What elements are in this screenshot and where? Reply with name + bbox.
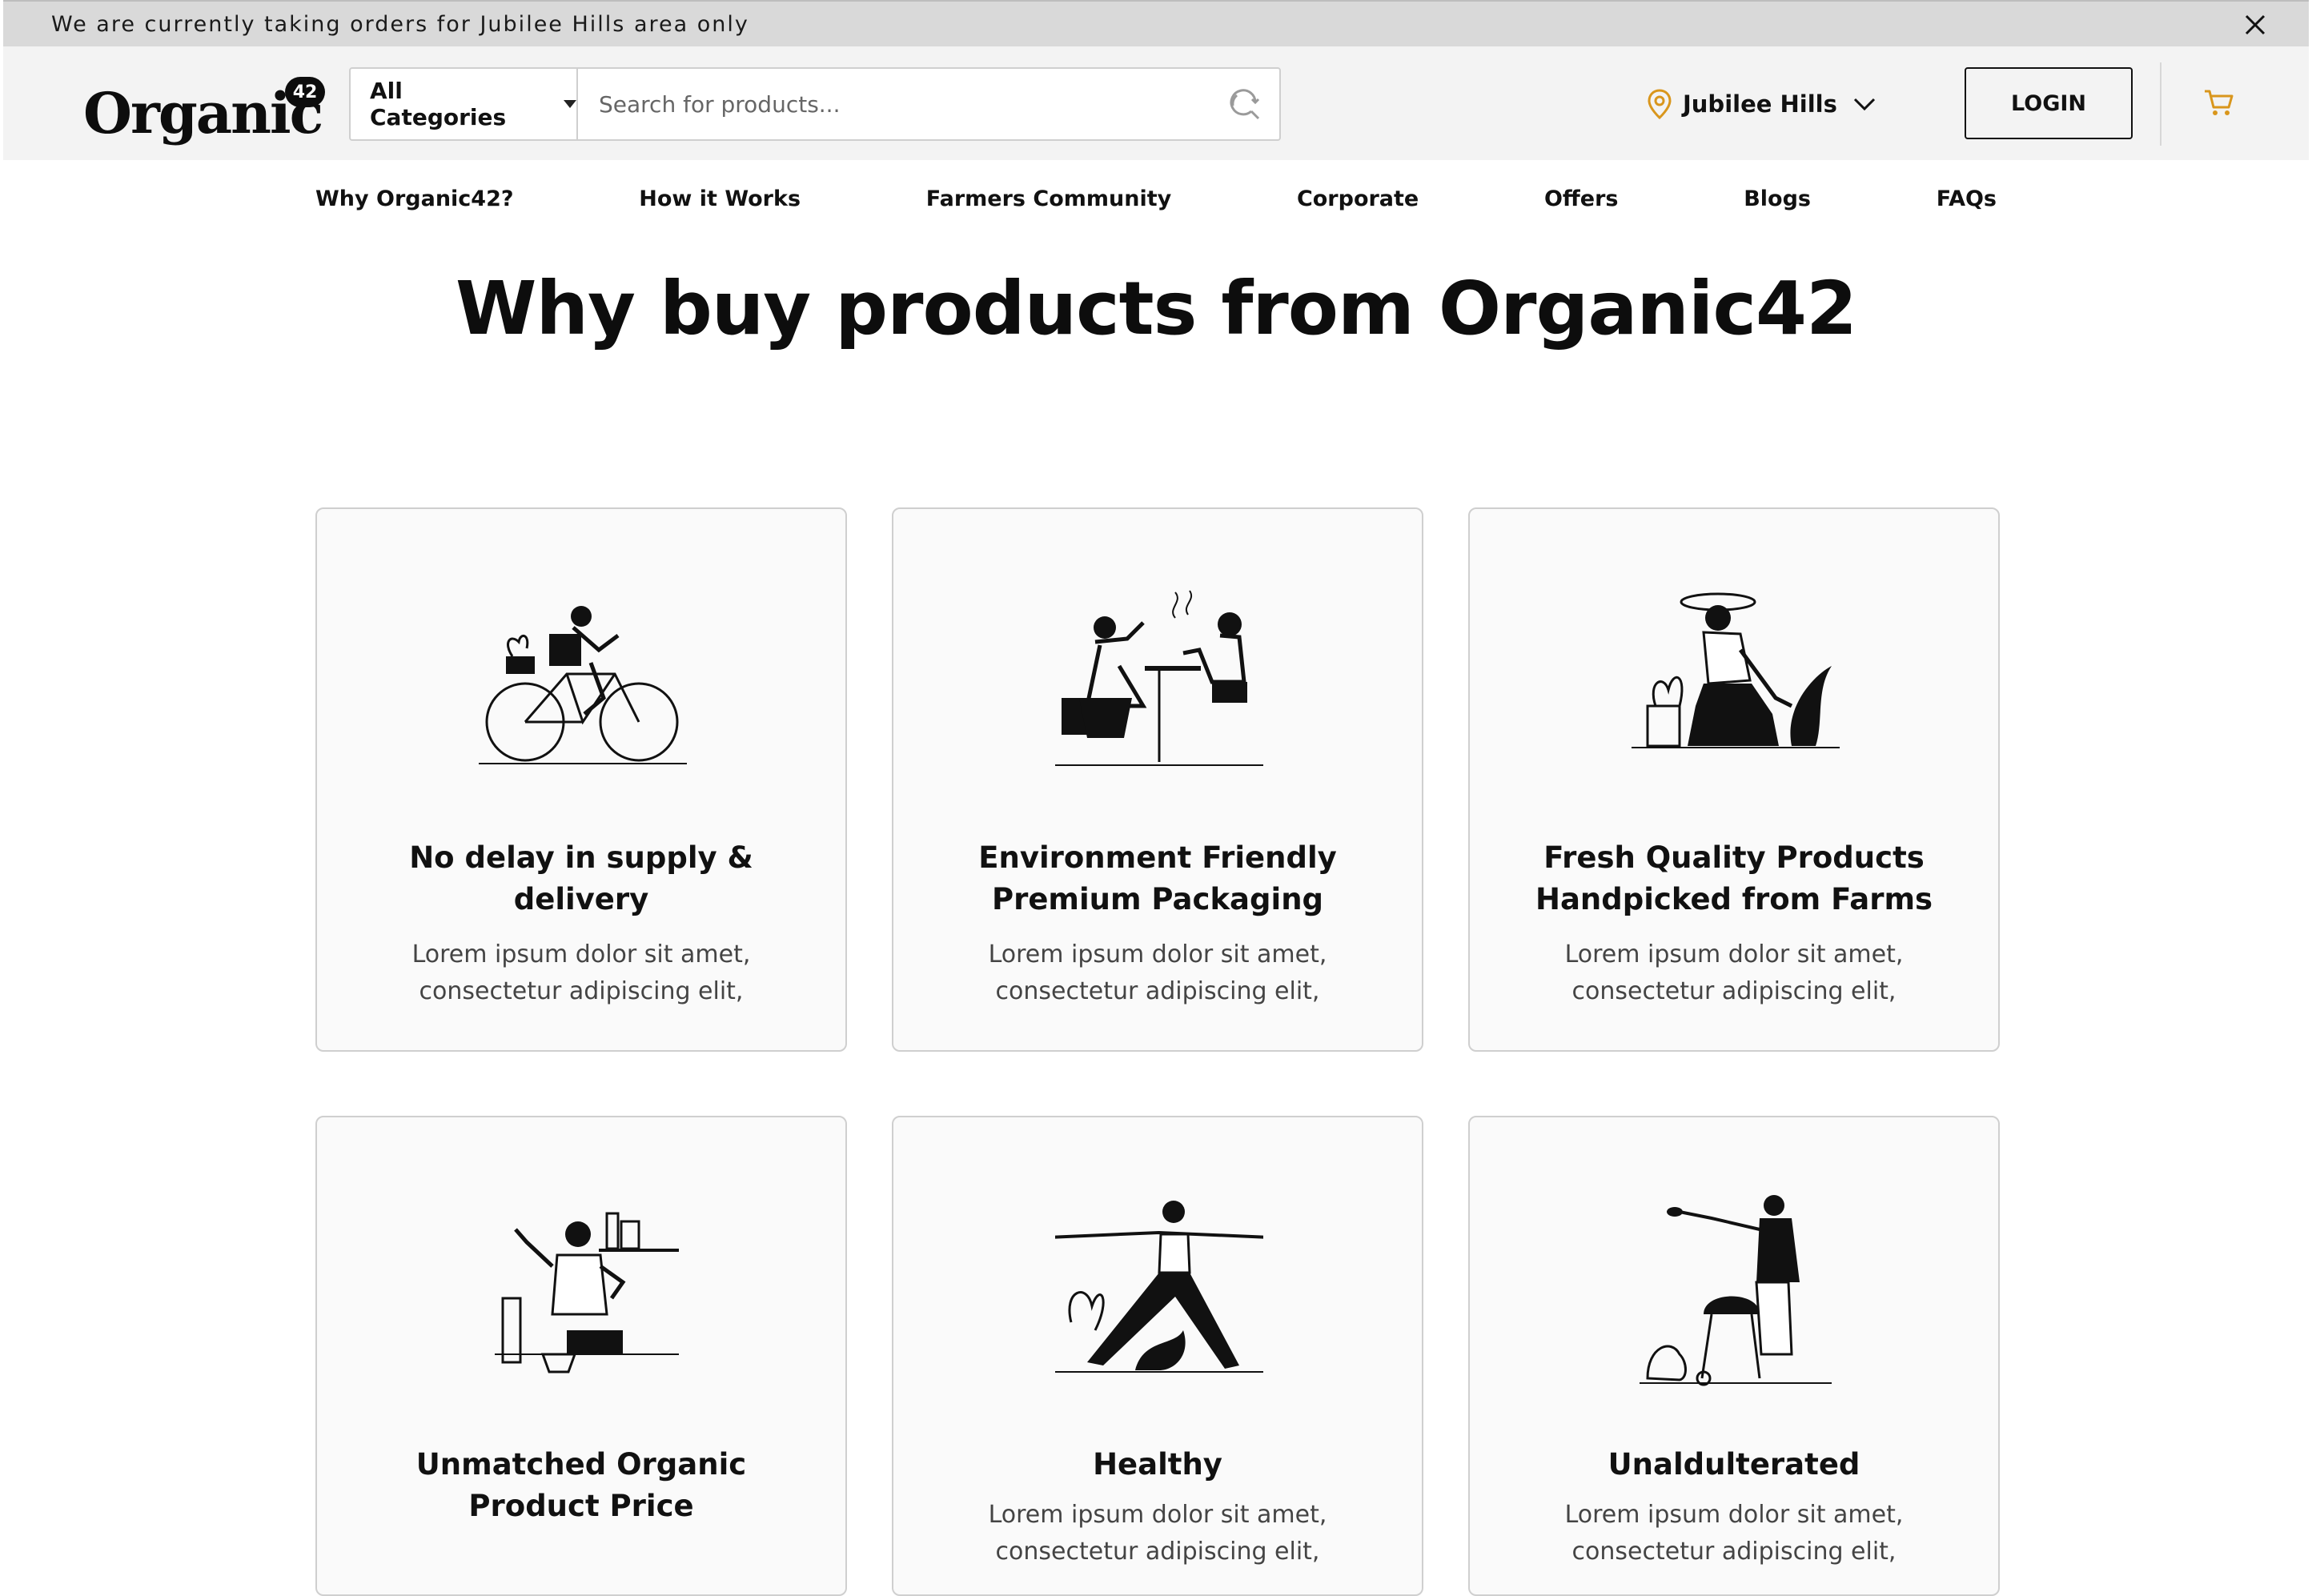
card-description: Lorem ipsum dolor sit amet, consectetur …: [1564, 1501, 1904, 1566]
cart-icon[interactable]: [2203, 86, 2235, 118]
section-heading: Why buy products from Organic42: [455, 266, 1857, 351]
nav-why-organic42[interactable]: Why Organic42?: [315, 186, 514, 211]
header-divider: [2160, 62, 2161, 146]
card-title: Unmatched Organic Product Price: [415, 1447, 747, 1523]
card-description: Lorem ipsum dolor sit amet, consectetur …: [411, 940, 751, 1005]
feature-card: Healthy Lorem ipsum dolor sit amet, cons…: [892, 1116, 1423, 1596]
feature-card: Fresh Quality Products Handpicked from F…: [1468, 507, 2000, 1052]
location-label: Jubilee Hills: [1683, 90, 1837, 118]
gardening-illustration: [1632, 592, 1840, 748]
search-bar: All Categories: [349, 67, 1281, 141]
card-title: Unaldulterated: [1608, 1447, 1860, 1482]
nav-corporate[interactable]: Corporate: [1297, 186, 1419, 211]
location-pin-icon: [1648, 89, 1672, 120]
bicycle-illustration: [479, 606, 687, 764]
caret-down-icon: [564, 100, 576, 108]
site-header: Organic 42 All Categories Jubilee Hills …: [3, 46, 2309, 160]
nav-faqs[interactable]: FAQs: [1937, 186, 1997, 211]
cooking-illustration: [495, 1212, 679, 1373]
feature-card: Unmatched Organic Product Price: [315, 1116, 847, 1596]
search-input[interactable]: [578, 69, 1225, 139]
announcement-text: We are currently taking orders for Jubil…: [51, 11, 749, 37]
cafe-illustration: [1055, 590, 1263, 766]
nav-farmers-community[interactable]: Farmers Community: [926, 186, 1171, 211]
announcement-bar: We are currently taking orders for Jubil…: [3, 0, 2309, 46]
nav-offers[interactable]: Offers: [1544, 186, 1619, 211]
category-label: All Categories: [370, 78, 507, 130]
card-description: Lorem ipsum dolor sit amet, consectetur …: [988, 940, 1327, 1005]
feature-card: Unaldulterated Lorem ipsum dolor sit ame…: [1468, 1116, 2000, 1596]
card-title: No delay in supply & delivery: [409, 840, 753, 916]
location-selector[interactable]: Jubilee Hills: [1646, 82, 1877, 126]
chevron-down-icon: [1853, 98, 1875, 111]
feature-card: Environment Friendly Premium Packaging L…: [892, 507, 1423, 1052]
search-icon[interactable]: [1225, 85, 1263, 123]
main-nav: Why Organic42? How it Works Farmers Comm…: [315, 182, 1997, 215]
close-icon[interactable]: [2243, 13, 2267, 37]
grilling-illustration: [1640, 1195, 1832, 1386]
card-title: Environment Friendly Premium Packaging: [978, 840, 1337, 916]
nav-how-it-works[interactable]: How it Works: [639, 186, 801, 211]
yoga-illustration: [1055, 1201, 1263, 1373]
card-description: Lorem ipsum dolor sit amet, consectetur …: [1564, 940, 1904, 1005]
login-button[interactable]: LOGIN: [1965, 67, 2133, 139]
category-dropdown[interactable]: All Categories: [351, 69, 578, 139]
card-title: Healthy: [1093, 1447, 1222, 1482]
card-title: Fresh Quality Products Handpicked from F…: [1535, 840, 1933, 916]
card-description: Lorem ipsum dolor sit amet, consectetur …: [988, 1501, 1327, 1566]
nav-blogs[interactable]: Blogs: [1744, 186, 1811, 211]
feature-card: No delay in supply & delivery Lorem ipsu…: [315, 507, 847, 1052]
logo[interactable]: Organic 42: [83, 70, 331, 158]
logo-badge: 42: [285, 77, 325, 107]
